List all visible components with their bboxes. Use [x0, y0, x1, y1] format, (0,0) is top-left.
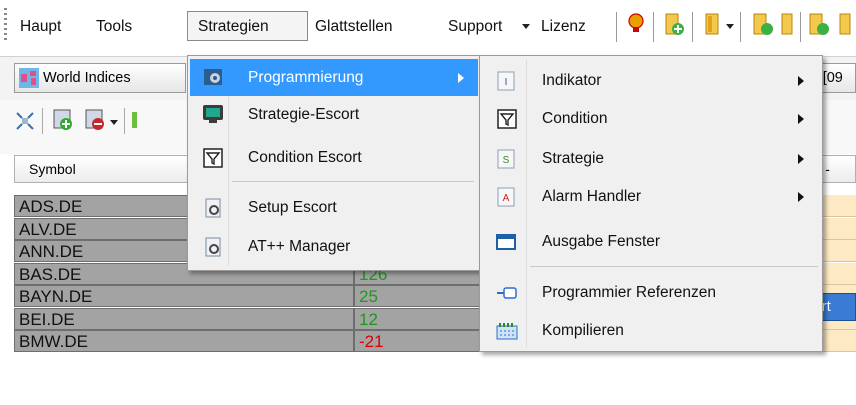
alarm-doc-icon: A: [497, 187, 515, 207]
document-icon-3[interactable]: [838, 12, 852, 38]
document-check-icon[interactable]: [752, 12, 776, 38]
menu-support[interactable]: Support: [448, 12, 502, 42]
menu-item-label: Indikator: [542, 72, 602, 89]
window-icon: [496, 232, 516, 252]
compile-icon: [496, 321, 518, 341]
table-cell-symbol[interactable]: BAYN.DE: [14, 285, 354, 307]
menu-item-label: Kompilieren: [542, 322, 624, 339]
monitor-icon: [202, 104, 224, 124]
table-cell-symbol[interactable]: BMW.DE: [14, 330, 354, 352]
separator: [740, 12, 741, 42]
world-map-icon: [19, 68, 39, 88]
manager-gear-icon: [203, 237, 223, 257]
menu-separator: [530, 266, 818, 267]
menu-separator: [232, 181, 474, 182]
reference-icon: [496, 284, 518, 302]
menu-glattstellen[interactable]: Glattstellen: [315, 12, 393, 42]
menu-item-at-manager[interactable]: AT++ Manager: [190, 228, 478, 265]
menu-item-condition[interactable]: Condition: [482, 100, 820, 137]
menu-item-label: Programmierung: [248, 69, 364, 86]
separator: [800, 12, 801, 42]
separator: [653, 12, 654, 42]
menu-haupt[interactable]: Haupt: [20, 12, 61, 42]
separator: [124, 108, 125, 134]
menu-item-label: Strategie-Escort: [248, 106, 360, 123]
tab-label: World Indices: [43, 70, 131, 86]
programmierung-submenu: Indikator I Condition Strategie S Alarm …: [479, 55, 823, 352]
menubar-grip[interactable]: [4, 8, 7, 42]
menu-item-strategie-escort[interactable]: Strategie-Escort: [190, 96, 478, 133]
svg-text:S: S: [503, 155, 510, 166]
menu-item-kompilieren[interactable]: Kompilieren: [482, 312, 820, 349]
menu-item-label: Programmier Referenzen: [542, 284, 717, 301]
submenu-arrow-icon: [798, 154, 804, 164]
strategien-menu: Programmierung Strategie-Escort Conditio…: [187, 55, 481, 271]
menu-item-programmier-referenzen[interactable]: Programmier Referenzen: [482, 274, 820, 311]
menu-item-strategie[interactable]: Strategie: [482, 140, 820, 177]
separator: [692, 12, 693, 42]
document-dropdown-icon[interactable]: [726, 24, 734, 29]
remove-grid-icon[interactable]: [84, 108, 106, 132]
green-tool-icon[interactable]: [130, 110, 140, 130]
submenu-arrow-icon: [798, 76, 804, 86]
menu-lizenz[interactable]: Lizenz: [541, 12, 586, 42]
funnel-icon: [203, 148, 223, 168]
submenu-arrow-icon: [458, 73, 464, 83]
funnel-icon: [497, 109, 517, 129]
svg-text:A: A: [503, 193, 510, 204]
add-grid-icon[interactable]: [52, 108, 74, 132]
menu-item-label: Strategie: [542, 150, 605, 167]
menu-item-alarm-handler[interactable]: Alarm Handler: [482, 178, 820, 215]
menu-item-label: Setup Escort: [248, 199, 337, 216]
gear-board-icon: [203, 67, 223, 87]
menu-strategien[interactable]: Strategien: [187, 11, 308, 41]
menu-item-label: Alarm Handler: [542, 188, 642, 205]
column-header-label: Symbol: [29, 161, 76, 177]
strategy-doc-icon: S: [497, 149, 515, 169]
menu-item-ausgabe-fenster[interactable]: Ausgabe Fenster: [482, 223, 820, 260]
setup-gear-icon: [203, 198, 223, 218]
menu-item-label: Condition Escort: [248, 149, 362, 166]
menu-item-label: AT++ Manager: [248, 238, 351, 255]
grid-arrows-icon[interactable]: [14, 110, 36, 132]
menu-item-label: Ausgabe Fenster: [542, 233, 661, 250]
menu-tools[interactable]: Tools: [96, 12, 132, 42]
svg-text:I: I: [505, 77, 508, 88]
grid-dropdown-icon[interactable]: [110, 120, 118, 125]
menu-item-programmierung[interactable]: Programmierung: [190, 59, 478, 96]
separator: [616, 12, 617, 42]
menu-item-condition-escort[interactable]: Condition Escort: [190, 139, 478, 176]
menu-item-indikator[interactable]: Indikator: [482, 62, 820, 99]
tab-world-indices[interactable]: World Indices: [14, 63, 186, 93]
indicator-doc-icon: I: [497, 71, 515, 91]
table-cell-symbol[interactable]: BEI.DE: [14, 308, 354, 330]
add-document-icon[interactable]: [664, 12, 686, 38]
menu-item-label: Condition: [542, 110, 608, 127]
lightbulb-icon[interactable]: [628, 13, 644, 33]
menu-item-setup-escort[interactable]: Setup Escort: [190, 189, 478, 226]
separator: [42, 108, 43, 134]
support-dropdown-icon[interactable]: [522, 24, 530, 29]
document-icon[interactable]: [704, 12, 722, 38]
submenu-arrow-icon: [798, 192, 804, 202]
document-icon-2[interactable]: [780, 12, 794, 38]
submenu-arrow-icon: [798, 114, 804, 124]
document-add-icon-2[interactable]: [808, 12, 832, 38]
